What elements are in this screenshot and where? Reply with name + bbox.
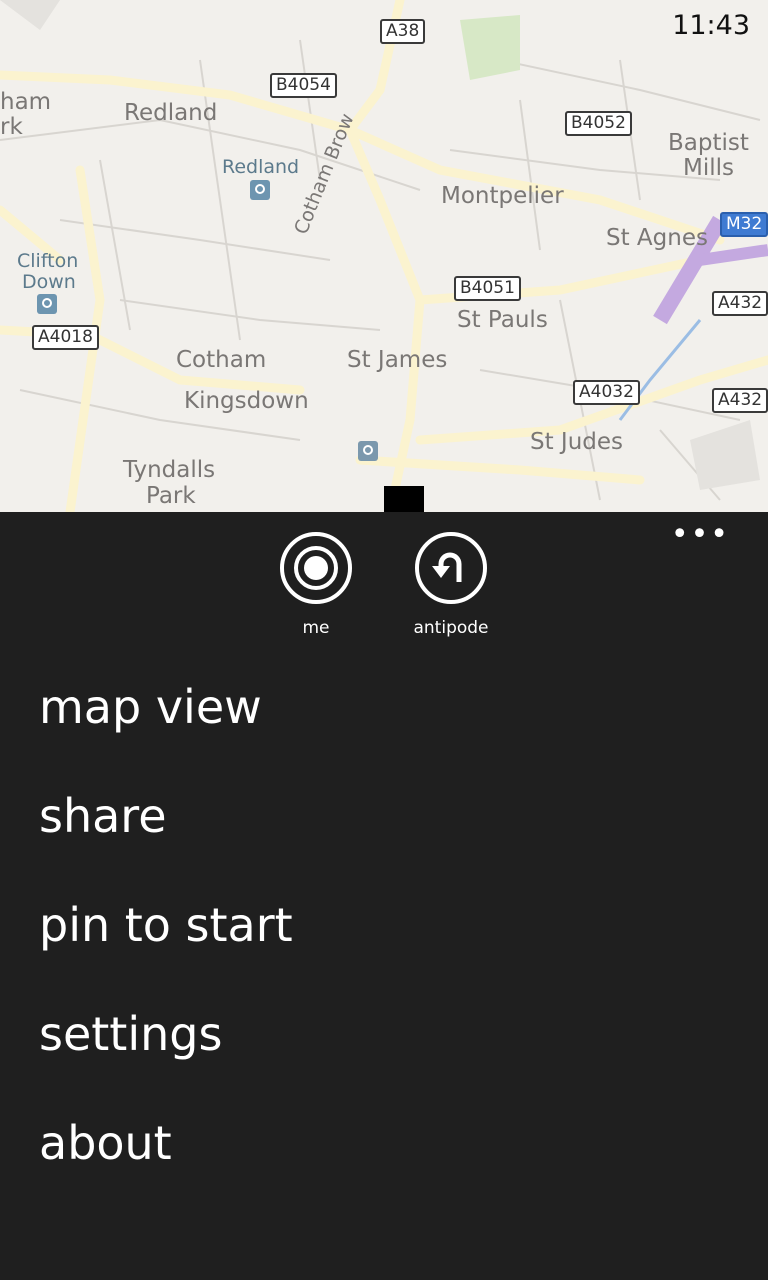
road-shield-a432: A432: [712, 291, 768, 316]
place-label-kingsdown: Kingsdown: [184, 388, 309, 414]
location-pin[interactable]: [384, 486, 424, 512]
place-label-tyndalls: Tyndalls: [123, 457, 216, 483]
place-label-partial-ham: ham: [0, 89, 52, 115]
rail-station-icon: [37, 294, 57, 314]
status-time: 11:43: [672, 10, 750, 41]
me-button[interactable]: me: [266, 532, 366, 638]
menu-item-about[interactable]: about: [39, 1113, 293, 1222]
place-label-mills: Mills: [683, 155, 734, 181]
map-view[interactable]: 11:43 Redland Redland Montpelier Baptist…: [0, 0, 768, 512]
place-label-cotham: Cotham: [176, 347, 267, 373]
place-label-st-pauls: St Pauls: [457, 307, 548, 333]
road-shield-a4018: A4018: [32, 325, 99, 350]
more-options-button[interactable]: •••: [671, 520, 730, 550]
road-shield-b4052: B4052: [565, 111, 632, 136]
menu-item-pin-to-start[interactable]: pin to start: [39, 895, 293, 1004]
place-label-redland: Redland: [124, 100, 218, 126]
place-label-st-agnes: St Agnes: [606, 225, 708, 251]
road-shield-m32: M32: [720, 212, 768, 237]
menu-item-share[interactable]: share: [39, 786, 293, 895]
place-label-st-james: St James: [347, 347, 448, 373]
antipode-button[interactable]: antipode: [401, 532, 501, 638]
station-label-clifton: Clifton: [17, 250, 79, 272]
antipode-button-label: antipode: [413, 618, 489, 638]
rail-station-icon: [250, 180, 270, 200]
u-turn-icon: [415, 532, 487, 604]
station-label-down: Down: [22, 271, 76, 293]
place-label-st-judes: St Judes: [530, 429, 624, 455]
place-label-montpelier: Montpelier: [441, 183, 564, 209]
road-shield-a38: A38: [380, 19, 426, 44]
station-label-redland: Redland: [222, 156, 300, 178]
application-bar: ••• me antipode map view share pin to st…: [0, 512, 768, 1280]
road-shield-a432: A432: [712, 388, 768, 413]
menu-item-settings[interactable]: settings: [39, 1004, 293, 1113]
road-shield-b4054: B4054: [270, 73, 337, 98]
place-label-partial-rk: rk: [0, 114, 23, 140]
me-button-label: me: [302, 618, 330, 638]
menu-item-map-view[interactable]: map view: [39, 677, 293, 786]
place-label-baptist: Baptist: [668, 130, 749, 156]
place-label-park: Park: [146, 483, 196, 509]
target-icon: [280, 532, 352, 604]
bus-stop-icon: [358, 441, 378, 461]
road-shield-b4051: B4051: [454, 276, 521, 301]
map-roads: [0, 0, 768, 512]
appbar-menu: map view share pin to start settings abo…: [39, 677, 293, 1222]
road-shield-a4032: A4032: [573, 380, 640, 405]
